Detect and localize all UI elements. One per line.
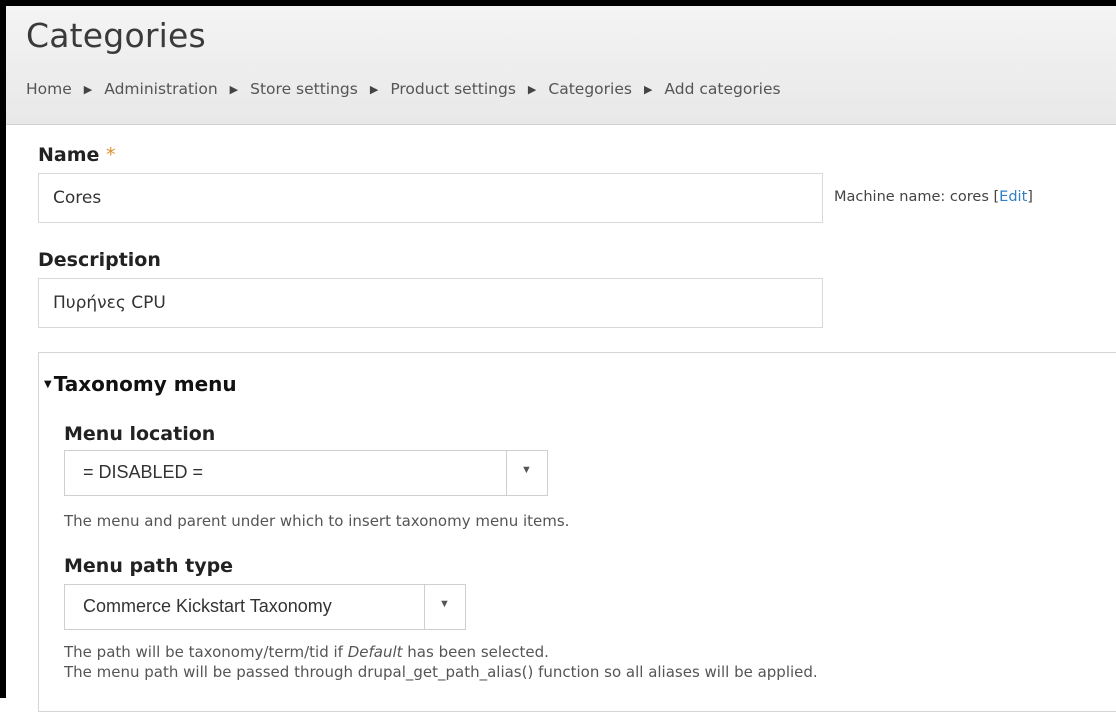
menu-location-selected: = DISABLED = [83, 462, 204, 482]
taxonomy-menu-toggle[interactable]: ▼ Taxonomy menu [44, 372, 237, 396]
breadcrumb-home[interactable]: Home [26, 80, 72, 98]
machine-name: Machine name: cores [Edit] [834, 189, 1033, 205]
chevron-down-icon: ▼ [521, 464, 532, 476]
menu-location-dropdown-button[interactable]: ▼ [506, 451, 547, 495]
name-label-text: Name [38, 144, 100, 166]
menu-path-type-help-line2: The menu path will be passed through dru… [64, 663, 818, 681]
breadcrumb-separator-icon: ▶ [83, 83, 93, 96]
description-label: Description [38, 249, 161, 271]
menu-location-label: Menu location [64, 423, 216, 445]
required-marker: * [106, 144, 116, 166]
machine-name-text: Machine name: cores [834, 189, 989, 205]
menu-location-select[interactable]: = DISABLED = ▼ [64, 450, 548, 496]
menu-path-type-help-line1: The path will be taxonomy/term/tid if De… [64, 643, 549, 661]
page-header: Categories Home ▶ Administration ▶ Store set… [6, 6, 1116, 125]
page-title: Categories [26, 16, 206, 55]
breadcrumb-product-settings[interactable]: Product settings [390, 80, 516, 98]
machine-name-edit-link[interactable]: Edit [999, 189, 1027, 205]
description-input[interactable] [38, 278, 823, 328]
triangle-down-icon: ▼ [44, 379, 52, 390]
breadcrumb: Home ▶ Administration ▶ Store settings ▶ Produ… [26, 80, 781, 98]
breadcrumb-store-settings[interactable]: Store settings [250, 80, 358, 98]
taxonomy-menu-legend: Taxonomy menu [53, 372, 237, 396]
breadcrumb-separator-icon: ▶ [229, 83, 239, 96]
help-emphasis: Default [347, 643, 403, 661]
help-text: The path will be taxonomy/term/tid if [64, 643, 348, 661]
breadcrumb-separator-icon: ▶ [643, 83, 653, 96]
breadcrumb-add-categories: Add categories [664, 80, 781, 98]
menu-path-type-dropdown-button[interactable]: ▼ [424, 585, 465, 629]
breadcrumb-separator-icon: ▶ [527, 83, 537, 96]
menu-path-type-selected: Commerce Kickstart Taxonomy [83, 596, 332, 616]
menu-path-type-select[interactable]: Commerce Kickstart Taxonomy ▼ [64, 584, 466, 630]
breadcrumb-categories[interactable]: Categories [548, 80, 632, 98]
menu-path-type-label: Menu path type [64, 555, 234, 577]
help-text: has been selected. [402, 643, 549, 661]
breadcrumb-separator-icon: ▶ [369, 83, 379, 96]
name-input[interactable] [38, 173, 823, 223]
menu-location-help: The menu and parent under which to inser… [64, 512, 570, 530]
breadcrumb-administration[interactable]: Administration [104, 80, 217, 98]
chevron-down-icon: ▼ [439, 598, 450, 610]
name-label: Name * [38, 144, 116, 166]
